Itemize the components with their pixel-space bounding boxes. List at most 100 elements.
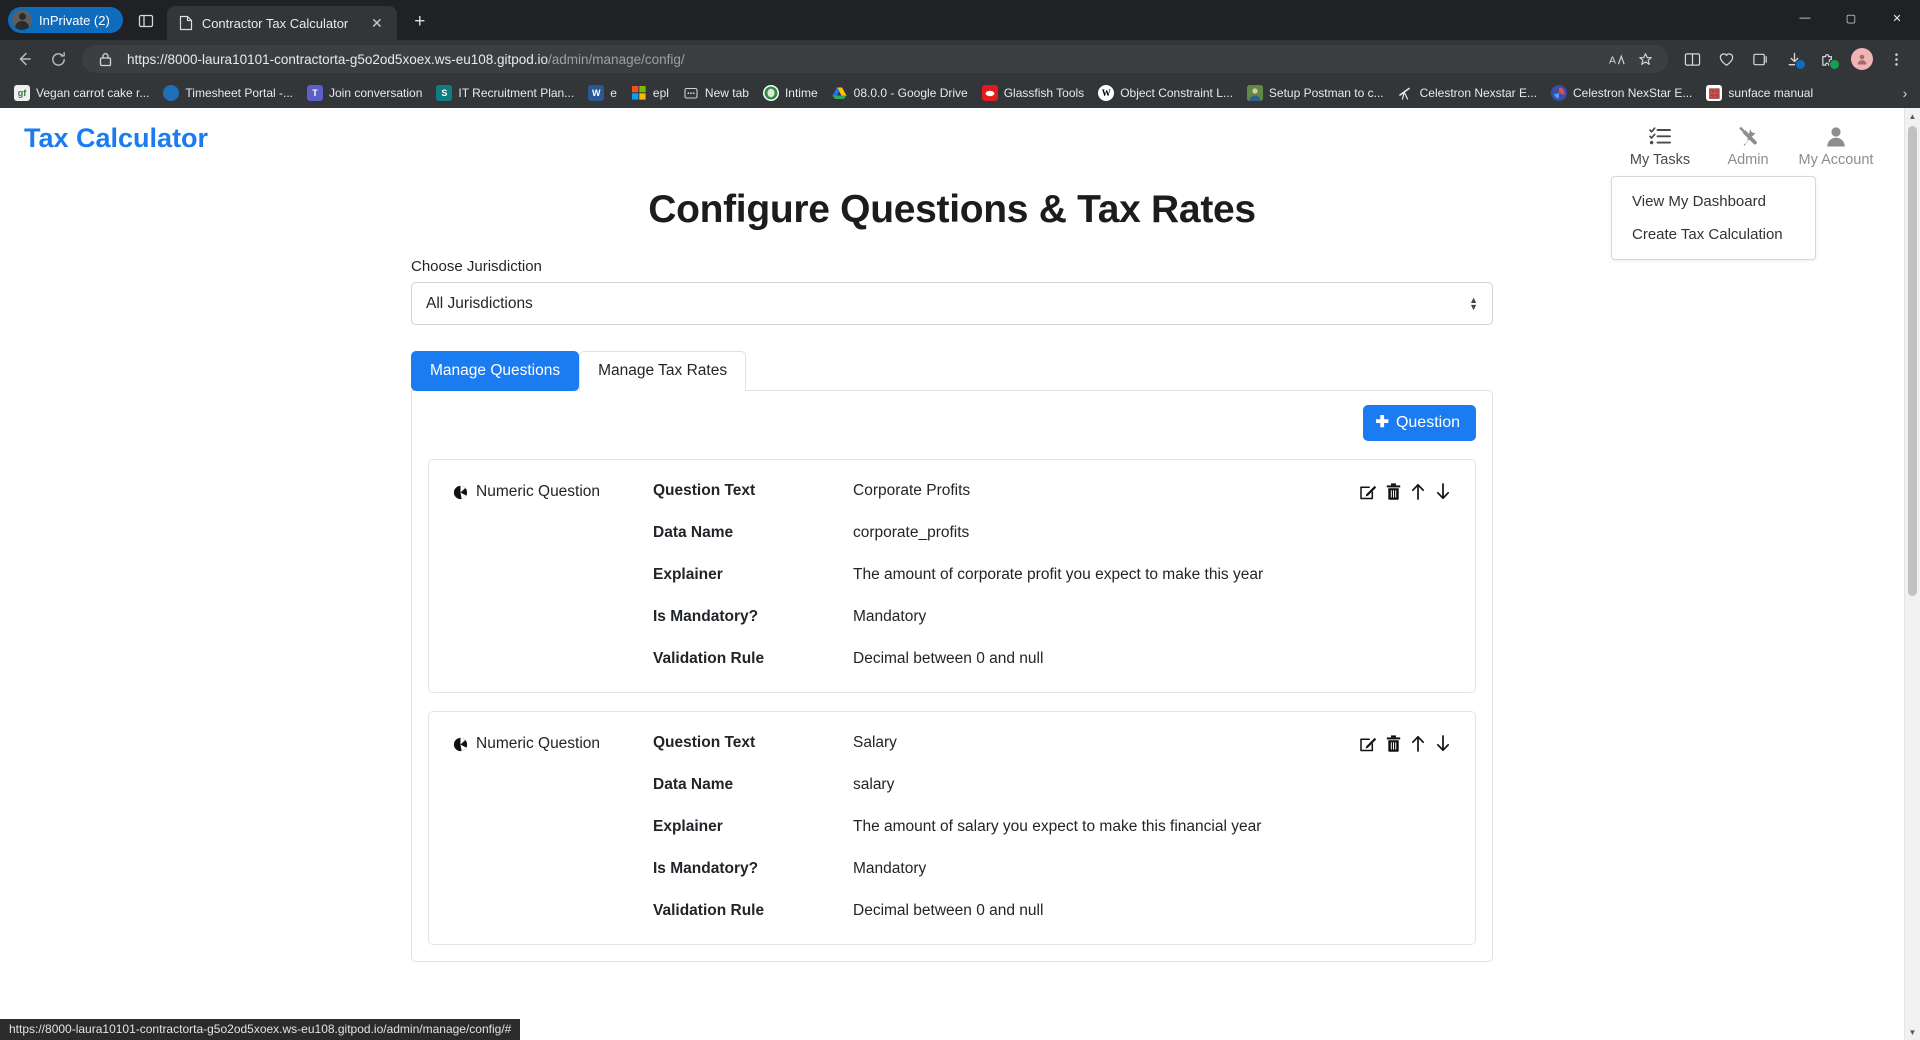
nav-label: My Account bbox=[1798, 152, 1874, 168]
field-label-question-text: Question Text bbox=[653, 734, 756, 751]
bookmark-item[interactable]: T Join conversation bbox=[301, 81, 428, 105]
move-question-down-button[interactable] bbox=[1435, 735, 1451, 752]
field-label-validation-rule: Validation Rule bbox=[653, 650, 765, 667]
scroll-down-button[interactable]: ▼ bbox=[1905, 1024, 1920, 1040]
app-header: Tax Calculator My Tasks Admin My Account… bbox=[0, 108, 1904, 260]
newtab-icon bbox=[683, 85, 699, 101]
bookmark-item[interactable]: epl bbox=[625, 81, 675, 105]
bookmark-item[interactable]: gf Vegan carrot cake r... bbox=[8, 81, 155, 105]
bookmark-item[interactable]: W e bbox=[582, 81, 623, 105]
nav-item-my-account[interactable]: My Account bbox=[1792, 124, 1880, 168]
photo-icon bbox=[1246, 85, 1263, 101]
bookmark-label: Intime bbox=[784, 86, 818, 100]
edit-question-button[interactable] bbox=[1360, 483, 1377, 500]
move-question-up-button[interactable] bbox=[1410, 735, 1426, 752]
url-path: /admin/manage/config/ bbox=[548, 51, 685, 67]
delete-question-button[interactable] bbox=[1386, 483, 1401, 500]
app-brand-logo[interactable]: Tax Calculator bbox=[24, 123, 208, 154]
nav-label: My Tasks bbox=[1629, 152, 1691, 168]
jurisdiction-select[interactable]: All Jurisdictions ▲ ▼ bbox=[411, 282, 1493, 325]
url-bar[interactable]: https://8000-laura10101-contractorta-g5o… bbox=[82, 45, 1668, 73]
field-label-question-text: Question Text bbox=[653, 482, 756, 499]
question-card: Numeric Question Question Text Salary Da… bbox=[428, 711, 1476, 945]
page-scrollbar[interactable]: ▲ ▼ bbox=[1904, 108, 1920, 1040]
nav-label: Admin bbox=[1727, 152, 1769, 168]
close-window-button[interactable]: ✕ bbox=[1874, 0, 1920, 36]
field-value-question-text: Corporate Profits bbox=[853, 482, 971, 499]
chevron-updown-icon: ▲ ▼ bbox=[1469, 294, 1478, 312]
bookmark-item[interactable]: Setup Postman to c... bbox=[1241, 81, 1390, 105]
profile-button[interactable] bbox=[1846, 44, 1878, 74]
url-bar-actions: A bbox=[1604, 47, 1658, 71]
minimize-button[interactable]: — bbox=[1782, 0, 1828, 36]
split-screen-icon bbox=[1684, 52, 1700, 66]
settings-menu-button[interactable] bbox=[1880, 44, 1912, 74]
menu-item-create-tax-calculation[interactable]: Create Tax Calculation bbox=[1612, 218, 1815, 251]
read-aloud-icon[interactable]: A bbox=[1604, 47, 1630, 71]
bookmark-item[interactable]: ▩ sunface manual bbox=[1700, 81, 1819, 105]
bookmark-label: Timesheet Portal -... bbox=[185, 86, 293, 100]
bookmark-item[interactable]: Celestron Nexstar E... bbox=[1392, 81, 1543, 105]
new-tab-button[interactable]: + bbox=[405, 7, 435, 37]
tab-manage-tax-rates[interactable]: Manage Tax Rates bbox=[579, 351, 747, 391]
scroll-up-button[interactable]: ▲ bbox=[1905, 108, 1920, 124]
question-actions bbox=[1360, 482, 1451, 668]
menu-item-view-my-dashboard[interactable]: View My Dashboard bbox=[1612, 185, 1815, 218]
bookmark-label: e bbox=[610, 86, 617, 100]
bookmark-item[interactable]: S IT Recruitment Plan... bbox=[430, 81, 580, 105]
bookmark-label: Glassfish Tools bbox=[1003, 86, 1085, 100]
extensions-badge bbox=[1829, 59, 1840, 70]
add-question-button[interactable]: ✚ Question bbox=[1362, 405, 1476, 441]
bookmarks-overflow-button[interactable]: › bbox=[1894, 85, 1916, 101]
bookmark-item[interactable]: W Object Constraint L... bbox=[1092, 81, 1239, 105]
scrollbar-thumb[interactable] bbox=[1908, 126, 1917, 596]
bookmark-item[interactable]: 08.0.0 - Google Drive bbox=[826, 81, 974, 105]
edit-question-button[interactable] bbox=[1360, 735, 1377, 752]
browser-window: InPrivate (2) Contractor Tax Calculator … bbox=[0, 0, 1920, 1040]
camera-icon bbox=[1551, 85, 1568, 101]
move-question-down-button[interactable] bbox=[1435, 483, 1451, 500]
timesheet-icon bbox=[163, 85, 180, 101]
nav-item-admin[interactable]: Admin bbox=[1704, 124, 1792, 168]
tab-actions-button[interactable] bbox=[129, 6, 163, 36]
field-label-explainer: Explainer bbox=[653, 818, 723, 835]
bookmark-label: IT Recruitment Plan... bbox=[458, 86, 575, 100]
nav-item-my-tasks[interactable]: My Tasks bbox=[1616, 124, 1704, 168]
move-question-up-button[interactable] bbox=[1410, 483, 1426, 500]
favorite-star-icon[interactable] bbox=[1632, 47, 1658, 71]
bookmarks-bar: gf Vegan carrot cake r... Timesheet Port… bbox=[0, 78, 1920, 108]
close-icon[interactable]: ✕ bbox=[367, 13, 387, 33]
page-title: Configure Questions & Tax Rates bbox=[648, 188, 1256, 231]
questions-panel: ✚ Question Numeric Question Question Tex… bbox=[411, 390, 1493, 962]
more-options-icon bbox=[1894, 52, 1898, 66]
maximize-button[interactable]: ▢ bbox=[1828, 0, 1874, 36]
browser-tab[interactable]: Contractor Tax Calculator ✕ bbox=[166, 6, 397, 40]
page-icon bbox=[179, 15, 192, 31]
bookmark-item[interactable]: Celestron NexStar E... bbox=[1545, 81, 1698, 105]
microsoft-icon bbox=[631, 85, 647, 101]
split-screen-button[interactable] bbox=[1676, 44, 1708, 74]
reload-button[interactable] bbox=[42, 44, 74, 74]
bookmark-item[interactable]: Glassfish Tools bbox=[976, 81, 1090, 105]
question-fields: Question Text Salary Data Name salary Ex… bbox=[653, 734, 1360, 920]
page-content: Tax Calculator My Tasks Admin My Account… bbox=[0, 108, 1920, 1040]
back-button[interactable] bbox=[8, 44, 40, 74]
downloads-button[interactable] bbox=[1778, 44, 1810, 74]
delete-question-button[interactable] bbox=[1386, 735, 1401, 752]
collections-button[interactable] bbox=[1744, 44, 1776, 74]
pie-chart-icon bbox=[453, 485, 468, 500]
avatar bbox=[12, 10, 32, 30]
question-type-label: Numeric Question bbox=[476, 483, 601, 500]
inprivate-indicator[interactable]: InPrivate (2) bbox=[8, 7, 123, 33]
bookmark-label: 08.0.0 - Google Drive bbox=[853, 86, 968, 100]
bookmark-item[interactable]: New tab bbox=[677, 81, 755, 105]
tab-title: Contractor Tax Calculator bbox=[201, 15, 349, 31]
bookmark-item[interactable]: Intime bbox=[757, 81, 824, 105]
extensions-button[interactable] bbox=[1812, 44, 1844, 74]
main-content: Configure Questions & Tax Rates Choose J… bbox=[411, 188, 1493, 982]
downloads-badge bbox=[1795, 59, 1806, 70]
tab-manage-questions[interactable]: Manage Questions bbox=[411, 351, 580, 391]
my-tasks-dropdown-menu: View My Dashboard Create Tax Calculation bbox=[1611, 176, 1816, 260]
browser-essentials-button[interactable] bbox=[1710, 44, 1742, 74]
bookmark-item[interactable]: Timesheet Portal -... bbox=[157, 81, 299, 105]
